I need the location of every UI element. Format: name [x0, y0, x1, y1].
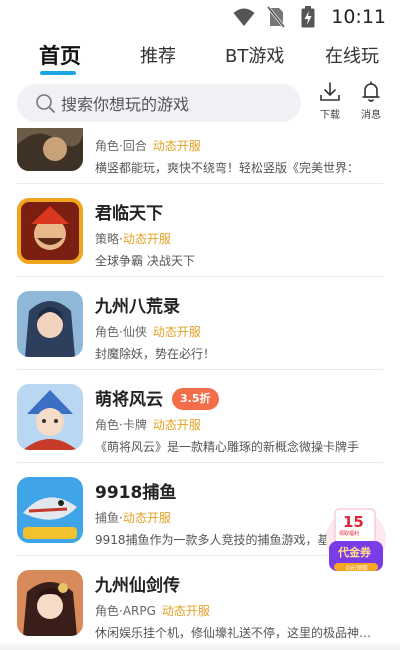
voucher-amount: 15 — [343, 513, 364, 531]
game-name: 君临天下 — [95, 204, 163, 224]
battery-charging-icon — [297, 6, 319, 28]
discount-badge: 3.5折 — [172, 388, 219, 410]
game-genre: 角色·仙侠 — [95, 325, 147, 339]
game-meta: 角色·ARPG 动态开服 — [95, 602, 210, 619]
game-name: 萌将风云 — [95, 390, 163, 410]
messages-label: 消息 — [361, 110, 381, 121]
game-meta: 角色·卡牌 动态开服 — [95, 416, 201, 433]
game-icon — [17, 291, 83, 357]
game-icon — [17, 384, 83, 450]
search-bar[interactable]: 搜索你想玩的游戏 — [17, 84, 301, 122]
game-genre: 角色·卡牌 — [95, 418, 147, 432]
game-name: 9918捕鱼 — [95, 483, 177, 503]
messages-button[interactable]: 消息 — [351, 80, 391, 121]
game-meta: 捕鱼·动态开服 — [95, 509, 171, 526]
game-description: 全球争霸 决战天下 — [95, 254, 195, 268]
open-status: 动态开服 — [152, 325, 201, 339]
game-meta: 策略·动态开服 — [95, 230, 171, 247]
tab-recommend[interactable]: 推荐 — [140, 42, 176, 68]
game-genre: 角色·回合 — [95, 139, 147, 153]
voucher-label: 代金券 — [338, 546, 371, 559]
voucher-tag: 领取福利 — [339, 531, 360, 537]
game-description: 《萌将风云》是一款精心雕琢的新概念微操卡牌手 — [95, 440, 360, 454]
voucher-float-button[interactable]: 15 领取福利 代金券 0元领取 — [325, 505, 387, 575]
game-item[interactable]: 萌将风云 3.5折 角色·卡牌 动态开服 《萌将风云》是一款精心雕琢的新概念微操卡… — [0, 370, 400, 463]
open-status: 动态开服 — [122, 511, 171, 525]
tab-home[interactable]: 首页 — [39, 40, 81, 70]
game-genre: 捕鱼· — [95, 511, 123, 525]
download-label: 下载 — [320, 110, 340, 121]
game-genre: 角色·ARPG — [95, 604, 156, 618]
voucher-sub: 0元领取 — [346, 565, 368, 572]
tab-active-indicator — [40, 71, 76, 75]
game-icon — [17, 128, 83, 171]
game-icon — [17, 570, 83, 636]
game-name: 九州仙剑传 — [95, 576, 180, 596]
search-icon — [36, 94, 55, 113]
game-meta: 角色·回合 动态开服 — [95, 137, 201, 154]
bell-icon — [362, 81, 380, 102]
open-status: 动态开服 — [122, 232, 171, 246]
game-description: 休闲娱乐挂个机，修仙壕礼送不停，这里的极品神… — [95, 626, 372, 640]
game-icon — [17, 198, 83, 264]
game-description: 横竖都能玩，爽快不绕弯！轻松竖版《完美世界： — [95, 161, 360, 175]
open-status: 动态开服 — [152, 418, 201, 432]
game-description: 封魔除妖，势在必行！ — [95, 347, 216, 361]
game-icon — [17, 477, 83, 543]
game-item[interactable]: 君临天下 策略·动态开服 全球争霸 决战天下 — [0, 184, 400, 277]
game-meta: 角色·仙侠 动态开服 — [95, 323, 201, 340]
top-tabs: 首页 推荐 BT游戏 在线玩 — [0, 40, 400, 76]
bottom-shadow — [0, 642, 400, 650]
open-status: 动态开服 — [161, 604, 210, 618]
download-button[interactable]: 下载 — [310, 80, 350, 121]
status-bar: 10:11 — [0, 0, 400, 34]
status-time: 10:11 — [331, 6, 386, 28]
tab-bt-games[interactable]: BT游戏 — [225, 42, 284, 68]
game-item[interactable]: 角色·回合 动态开服 横竖都能玩，爽快不绕弯！轻松竖版《完美世界： — [0, 128, 400, 184]
no-sim-icon — [265, 6, 287, 28]
search-placeholder: 搜索你想玩的游戏 — [61, 95, 190, 114]
tab-online-play[interactable]: 在线玩 — [325, 42, 379, 68]
open-status: 动态开服 — [152, 139, 201, 153]
game-genre: 策略· — [95, 232, 123, 246]
game-name: 九州八荒录 — [95, 297, 180, 317]
game-item[interactable]: 九州八荒录 角色·仙侠 动态开服 封魔除妖，势在必行！ — [0, 277, 400, 370]
wifi-icon — [233, 6, 255, 28]
download-icon — [320, 82, 340, 101]
